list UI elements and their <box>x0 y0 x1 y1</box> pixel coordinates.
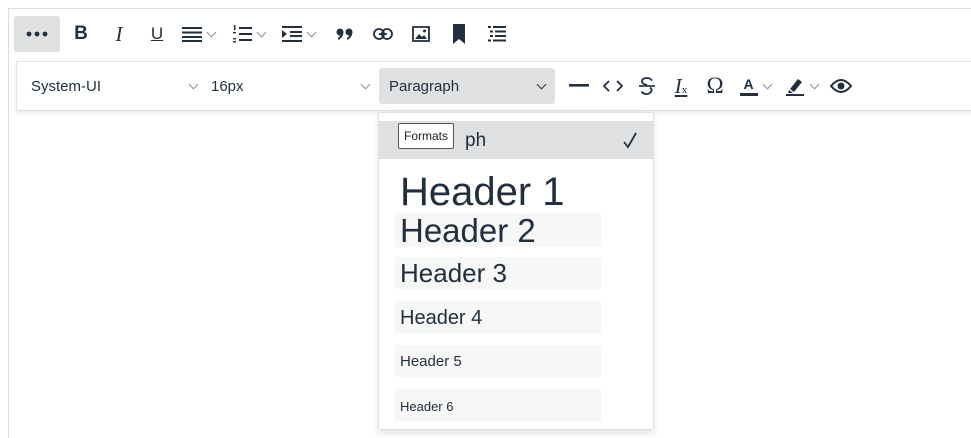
menu-item-label: Header 6 <box>400 399 454 414</box>
chevron-down-icon <box>306 27 317 37</box>
bold-icon: B <box>74 23 88 44</box>
italic-icon: I <box>115 21 123 46</box>
menu-item-header-3[interactable]: Header 3 <box>395 257 601 289</box>
menu-item-header-2[interactable]: Header 2 <box>395 213 601 247</box>
strikethrough-button[interactable] <box>631 68 663 104</box>
horizontal-rule-button[interactable] <box>563 68 595 104</box>
text-color-swatch <box>739 92 758 96</box>
chevron-down-icon <box>536 79 547 89</box>
italic-button[interactable]: I <box>102 16 136 52</box>
link-button[interactable] <box>366 16 400 52</box>
primary-toolbar: B I U <box>8 9 971 59</box>
text-color-button[interactable]: A <box>733 68 777 104</box>
indent-button[interactable] <box>278 16 324 52</box>
menu-item-label: Header 5 <box>400 353 462 370</box>
text-color-glyph: A <box>743 75 754 92</box>
chevron-down-icon <box>188 79 199 89</box>
bold-button[interactable]: B <box>64 16 98 52</box>
font-size-value: 16px <box>211 77 244 95</box>
preview-button[interactable] <box>825 68 857 104</box>
more-button[interactable] <box>14 16 60 52</box>
tooltip-text: Formats <box>404 129 449 143</box>
align-button[interactable] <box>178 16 224 52</box>
font-family-select[interactable]: System-UI <box>17 68 207 104</box>
bookmark-icon <box>453 24 465 44</box>
block-format-select[interactable]: Paragraph <box>379 68 555 104</box>
menu-item-label: Header 2 <box>400 212 536 249</box>
chevron-down-icon <box>809 79 819 89</box>
block-format-value: Paragraph <box>389 77 460 95</box>
horizontal-rule-icon <box>569 84 589 87</box>
formats-tooltip: Formats <box>398 123 455 149</box>
menu-item-header-1[interactable]: Header 1 <box>395 169 601 213</box>
font-size-select[interactable]: 16px <box>207 68 379 104</box>
omega-icon: Ω <box>706 73 724 98</box>
link-icon <box>373 28 393 40</box>
code-button[interactable] <box>597 68 629 104</box>
numbered-list-button[interactable] <box>228 16 274 52</box>
menu-item-label: ph <box>465 130 487 151</box>
menu-item-label: Header 4 <box>400 307 483 329</box>
underline-button[interactable]: U <box>140 16 174 52</box>
image-button[interactable] <box>404 16 438 52</box>
table-of-contents-button[interactable] <box>480 16 514 52</box>
chevron-down-icon <box>360 79 371 89</box>
font-family-value: System-UI <box>31 77 102 95</box>
blockquote-icon <box>336 28 353 40</box>
align-justify-icon <box>182 27 202 42</box>
formats-menu: ph Header 1 Header 2 Header 3 Header 4 H… <box>378 112 654 430</box>
menu-item-header-5[interactable]: Header 5 <box>395 345 601 377</box>
text-color-icon: A <box>739 75 758 96</box>
menu-item-label: Header 1 <box>400 170 565 214</box>
menu-item-label: Header 3 <box>400 258 507 288</box>
clear-formatting-icon: Ix <box>675 74 688 99</box>
clear-formatting-suffix: x <box>681 83 688 96</box>
highlighter-icon <box>785 79 804 96</box>
clear-formatting-button[interactable]: Ix <box>665 68 697 104</box>
chevron-down-icon <box>256 27 267 37</box>
numbered-list-icon <box>233 25 252 43</box>
blockquote-button[interactable] <box>328 16 362 52</box>
clear-formatting-glyph: I <box>674 73 682 98</box>
menu-item-header-4[interactable]: Header 4 <box>395 301 601 333</box>
chevron-down-icon <box>762 79 772 89</box>
menu-item-header-6[interactable]: Header 6 <box>395 389 601 421</box>
code-icon <box>603 80 623 92</box>
indent-icon <box>282 26 302 42</box>
ellipsis-icon <box>26 31 48 37</box>
strikethrough-icon <box>639 77 655 95</box>
chevron-down-icon <box>206 27 217 37</box>
highlight-color-button[interactable] <box>779 68 823 104</box>
checkmark-icon <box>623 132 637 149</box>
special-character-button[interactable]: Ω <box>699 68 731 104</box>
underline-icon: U <box>150 24 164 43</box>
eye-icon <box>830 79 852 93</box>
image-icon <box>412 26 430 42</box>
bookmark-button[interactable] <box>442 16 476 52</box>
table-of-contents-icon <box>488 26 506 42</box>
overflow-toolbar: System-UI 16px Paragraph Ix Ω A <box>16 61 971 111</box>
